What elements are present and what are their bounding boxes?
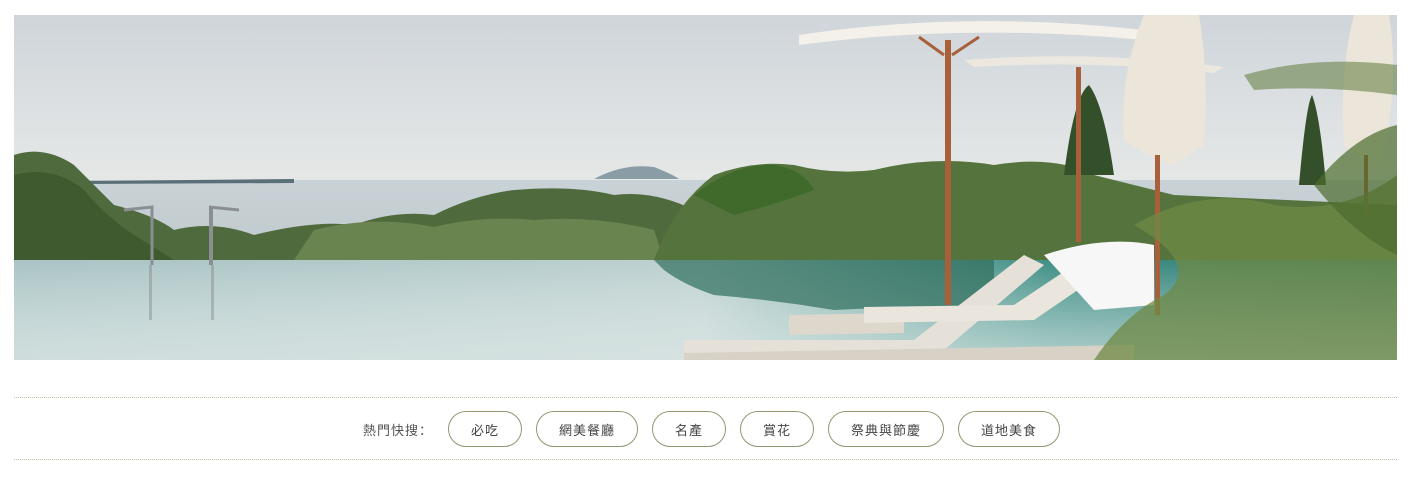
tag-authentic-food[interactable]: 道地美食 xyxy=(958,411,1061,447)
tag-instagram-restaurants[interactable]: 網美餐廳 xyxy=(535,411,638,447)
tag-flower-viewing[interactable]: 賞花 xyxy=(740,411,815,447)
tag-festivals-celebrations[interactable]: 祭典與節慶 xyxy=(828,411,945,447)
tag-local-specialties[interactable]: 名產 xyxy=(651,411,726,447)
hero-banner xyxy=(14,15,1397,360)
tag-must-eat[interactable]: 必吃 xyxy=(447,411,522,447)
quick-search-label: 熱門快搜： xyxy=(362,423,433,439)
quick-search-bar: 熱門快搜： 必吃 網美餐廳 名產 賞花 祭典與節慶 道地美食 xyxy=(0,410,1416,448)
divider-top xyxy=(14,397,1397,398)
hero-image xyxy=(14,15,1397,360)
divider-bottom xyxy=(14,459,1397,460)
